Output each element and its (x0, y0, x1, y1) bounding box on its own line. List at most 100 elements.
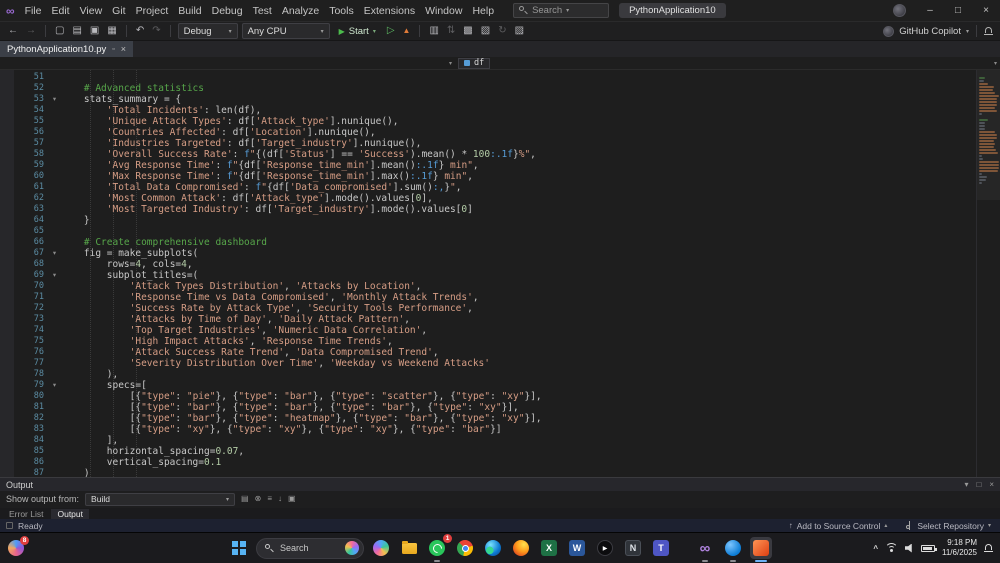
output-source-dropdown[interactable]: Build ▾ (85, 492, 236, 506)
code-line[interactable]: 51 (0, 72, 976, 83)
find-message-icon[interactable]: ▤ (241, 495, 249, 503)
select-repository-button[interactable]: Select Repository ▾ (896, 519, 1000, 532)
menu-item-extensions[interactable]: Extensions (359, 3, 420, 19)
navigate-back-icon[interactable]: ← (6, 26, 20, 36)
new-file-icon[interactable]: ▢ (53, 26, 66, 36)
whatsapp-button[interactable]: 1 (426, 534, 452, 559)
fold-marker-icon[interactable]: ▾ (48, 270, 61, 281)
menu-item-test[interactable]: Test (248, 3, 277, 19)
menu-item-file[interactable]: File (20, 3, 47, 19)
code-line[interactable]: 69 ▾ subplot_titles=( (0, 270, 976, 281)
menu-item-view[interactable]: View (75, 3, 108, 19)
code-editor[interactable]: 51 52 # Advanced statistics 53 ▾ stats_summ… (0, 70, 976, 477)
code-line[interactable]: 64 } (0, 215, 976, 226)
maximize-button[interactable]: □ (944, 0, 972, 21)
fold-marker-icon[interactable]: ▾ (48, 94, 61, 105)
tab-pythonapplication10[interactable]: PythonApplication10.py ▫ × (0, 41, 134, 57)
find-in-files-icon[interactable]: ▩ (461, 26, 474, 36)
menu-item-build[interactable]: Build (173, 3, 206, 19)
pin-icon[interactable]: ▫ (112, 46, 114, 53)
code-line[interactable]: 84 ], (0, 435, 976, 446)
navigate-forward-icon[interactable]: → (24, 26, 38, 36)
code-line[interactable]: 73 'Attacks by Time of Day', 'Daily Atta… (0, 314, 976, 325)
code-line[interactable]: 72 'Success Rate by Attack Type', 'Secur… (0, 303, 976, 314)
menu-item-tools[interactable]: Tools (324, 3, 359, 19)
code-line[interactable]: 76 'Attack Success Rate Trend', 'Data Co… (0, 347, 976, 358)
menu-item-help[interactable]: Help (467, 3, 499, 19)
break-all-icon[interactable]: ▥ (427, 26, 440, 36)
output-close-icon[interactable]: × (989, 480, 994, 489)
edge-button[interactable] (482, 537, 504, 559)
code-line[interactable]: 52 # Advanced statistics (0, 83, 976, 94)
code-line[interactable]: 55 'Unique Attack Types': df['Attack_typ… (0, 116, 976, 127)
word-button[interactable]: W (566, 537, 588, 559)
code-line[interactable]: 78 ), (0, 369, 976, 380)
firefox-button[interactable] (510, 537, 532, 559)
code-line[interactable]: 61 'Total Data Compromised': f"{df['Data… (0, 182, 976, 193)
menu-item-analyze[interactable]: Analyze (277, 3, 324, 19)
menu-item-edit[interactable]: Edit (46, 3, 74, 19)
excel-button[interactable]: X (538, 537, 560, 559)
file-explorer-button[interactable] (398, 537, 420, 559)
start-button[interactable] (228, 537, 250, 559)
code-line[interactable]: 70 'Attack Types Distribution', 'Attacks… (0, 281, 976, 292)
extensions-icon[interactable]: ▨ (513, 26, 526, 36)
code-line[interactable]: 82 [{"type": "bar"}, {"type": "heatmap"}… (0, 413, 976, 424)
code-line[interactable]: 86 vertical_spacing=0.1 (0, 457, 976, 468)
members-dropdown-icon[interactable]: ▾ (991, 60, 1000, 67)
active-app-button[interactable] (750, 537, 772, 559)
minimize-button[interactable]: – (916, 0, 944, 21)
save-icon[interactable]: ▣ (88, 26, 101, 36)
hot-reload-icon[interactable]: ▲ (401, 27, 413, 35)
minimap-scrollbar[interactable] (976, 70, 1000, 477)
code-line[interactable]: 68 rows=4, cols=4, (0, 259, 976, 270)
nav-dropdown-icon[interactable]: ▾ (446, 60, 455, 67)
code-line[interactable]: 75 'High Impact Attacks', 'Response Time… (0, 336, 976, 347)
widgets-button[interactable] (370, 537, 392, 559)
code-line[interactable]: 83 [{"type": "xy"}, {"type": "xy"}, {"ty… (0, 424, 976, 435)
panel-tab-error-list[interactable]: Error List (3, 509, 49, 519)
panel-tab-output[interactable]: Output (51, 508, 90, 519)
code-line[interactable]: 81 [{"type": "bar"}, {"type": "bar"}, {"… (0, 402, 976, 413)
add-to-source-control-button[interactable]: ↑ Add to Source Control ▴ (780, 519, 897, 532)
open-file-icon[interactable]: ▤ (70, 26, 83, 36)
chrome-button[interactable] (454, 537, 476, 559)
save-all-icon[interactable]: ▦ (105, 26, 118, 36)
close-button[interactable]: × (972, 0, 1000, 21)
code-line[interactable]: 65 (0, 226, 976, 237)
blue-app-button[interactable] (722, 537, 744, 559)
volume-icon[interactable] (905, 543, 912, 553)
copilot-badge-icon[interactable] (893, 4, 906, 17)
teams-button[interactable]: T (650, 537, 672, 559)
code-line[interactable]: 63 'Most Targeted Industry': df['Target_… (0, 204, 976, 215)
start-debug-button[interactable]: ▶ Start ▾ (334, 26, 381, 37)
pin-output-icon[interactable]: ▣ (288, 495, 296, 503)
code-line[interactable]: 71 'Response Time vs Data Compromised', … (0, 292, 976, 303)
code-line[interactable]: 79 ▾ specs=[ (0, 380, 976, 391)
media-player-button[interactable]: ▶ (594, 537, 616, 559)
code-line[interactable]: 56 'Countries Affected': df['Location'].… (0, 127, 976, 138)
notepad-button[interactable]: N (622, 537, 644, 559)
code-line[interactable]: 85 horizontal_spacing=0.07, (0, 446, 976, 457)
code-line[interactable]: 80 [{"type": "pie"}, {"type": "bar"}, {"… (0, 391, 976, 402)
output-dropdown-icon[interactable]: ▾ (964, 480, 968, 489)
taskbar-clock[interactable]: 9:18 PM 11/6/2025 (942, 538, 977, 559)
undo-icon[interactable]: ↶ (134, 26, 146, 36)
word-wrap-icon[interactable]: ≡ (267, 495, 272, 503)
code-line[interactable]: 53 ▾ stats_summary = { (0, 94, 976, 105)
solution-explorer-icon[interactable]: ▧ (479, 26, 492, 36)
code-line[interactable]: 87 ) (0, 468, 976, 477)
taskbar-corner-app[interactable]: 8 (8, 536, 29, 556)
menu-item-debug[interactable]: Debug (207, 3, 248, 19)
code-line[interactable]: 62 'Most Common Attack': df['Attack_type… (0, 193, 976, 204)
code-line[interactable]: 57 'Industries Targeted': df['Target_ind… (0, 138, 976, 149)
clear-output-icon[interactable]: ⊗ (255, 495, 262, 503)
code-line[interactable]: 60 'Max Response Time': f"{df['Response_… (0, 171, 976, 182)
code-line[interactable]: 66 # Create comprehensive dashboard (0, 237, 976, 248)
notification-center-icon[interactable] (984, 543, 994, 554)
code-line[interactable]: 77 'Severity Distribution Over Time', 'W… (0, 358, 976, 369)
symbol-search-box[interactable]: df (458, 57, 491, 69)
notifications-bell-icon[interactable] (984, 26, 994, 37)
fold-marker-icon[interactable]: ▾ (48, 248, 61, 259)
visual-studio-button[interactable]: ∞ (694, 537, 716, 559)
